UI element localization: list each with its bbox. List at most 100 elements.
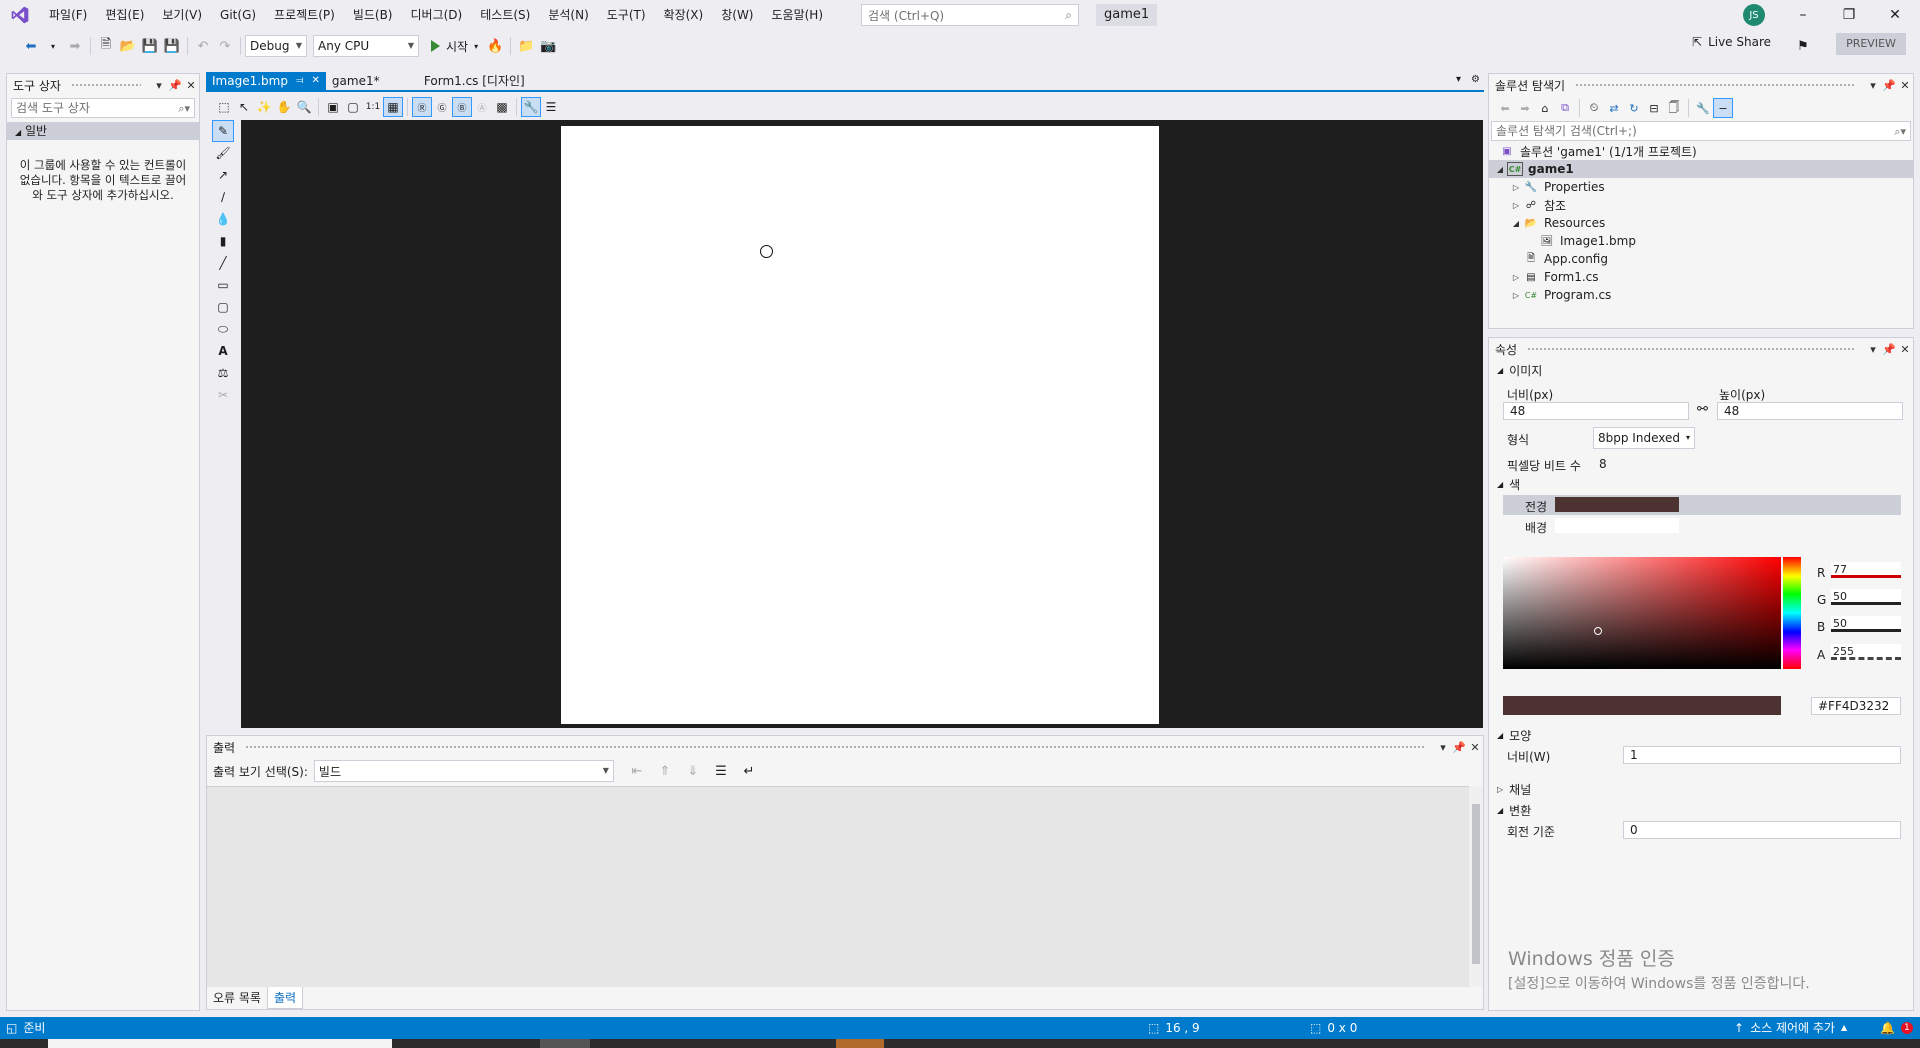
redo-icon[interactable]: ↷ [214, 35, 236, 57]
width-field[interactable]: 48 [1503, 402, 1689, 420]
tree-project-game1[interactable]: ◢ C# game1 [1489, 160, 1913, 178]
color-replace-icon[interactable]: ⚖ [212, 362, 234, 384]
preview-selected-icon[interactable]: − [1713, 98, 1733, 118]
properties-wrench-icon[interactable]: 🔧 [1693, 98, 1713, 118]
alpha-channel-icon[interactable]: Ⓐ [472, 97, 492, 117]
close-icon[interactable]: ✕ [1467, 741, 1483, 754]
back-arrow-icon[interactable]: ⬅ [20, 35, 42, 57]
pencil-icon[interactable]: ✎ [212, 120, 234, 142]
feedback-icon[interactable]: ⚑ [1792, 35, 1814, 57]
height-field[interactable]: 48 [1717, 402, 1903, 420]
expand-triangle-icon[interactable]: ▷ [1509, 291, 1523, 300]
panel-grip[interactable] [1527, 346, 1855, 352]
close-icon[interactable]: ✕ [183, 79, 199, 92]
red-field[interactable]: 77 [1831, 562, 1901, 578]
menu-git[interactable]: Git(G) [211, 0, 265, 30]
menu-file[interactable]: 파일(F) [40, 0, 96, 30]
tree-item-image1-bmp[interactable]: 🖼 Image1.bmp [1489, 232, 1913, 250]
hot-reload-icon[interactable]: 🔥 [484, 35, 506, 57]
taskbar-item[interactable] [836, 1039, 884, 1048]
solution-search-input[interactable]: 솔루션 탐색기 검색(Ctrl+;) ⌕▾ [1491, 121, 1911, 141]
line-width-field[interactable]: 1 [1623, 746, 1901, 764]
close-icon[interactable]: ✕ [1897, 79, 1913, 92]
menu-view[interactable]: 보기(V) [153, 0, 211, 30]
prev-message-icon[interactable]: ⇑ [654, 760, 676, 782]
background-pattern-icon[interactable]: ▩ [492, 97, 512, 117]
save-icon[interactable]: 💾 [139, 35, 161, 57]
minimize-icon[interactable]: – [1780, 0, 1826, 30]
image-canvas-area[interactable] [241, 120, 1483, 728]
format-select[interactable]: 8bpp Indexed ▾ [1593, 427, 1695, 449]
show-all-files-icon[interactable]: 🗍 [1664, 98, 1684, 118]
taskbar-item[interactable] [48, 1039, 392, 1048]
clear-all-icon[interactable]: ☰ [710, 760, 732, 782]
panel-menu-icon[interactable]: ▾ [151, 79, 167, 92]
menu-help[interactable]: 도움말(H) [763, 0, 833, 30]
dropdown-arrow-icon[interactable]: ▾ [42, 35, 64, 57]
pin-icon[interactable]: 📌 [1881, 79, 1897, 92]
solution-config-select[interactable]: Debug ▼ [245, 35, 307, 57]
hue-slider[interactable] [1783, 557, 1801, 669]
output-text-area[interactable] [207, 786, 1469, 987]
collapse-triangle-icon[interactable]: ◢ [1509, 219, 1523, 228]
restore-icon[interactable]: ❐ [1826, 0, 1872, 30]
word-wrap-icon[interactable]: ↵ [738, 760, 760, 782]
section-color[interactable]: ◢ 색 [1489, 474, 1520, 494]
menu-edit[interactable]: 편집(E) [96, 0, 153, 30]
close-window-icon[interactable]: ✕ [1872, 0, 1918, 30]
brush-icon[interactable]: 🖌 [212, 142, 234, 164]
forward-arrow-icon[interactable]: ➡ [64, 35, 86, 57]
menu-extensions[interactable]: 확장(X) [655, 0, 713, 30]
text-tool-icon[interactable]: A [212, 340, 234, 362]
pan-hand-icon[interactable]: ✋ [274, 97, 294, 117]
crop-icon[interactable]: ✂ [212, 384, 234, 406]
start-button[interactable]: 시작 ▾ [425, 38, 484, 55]
tree-item-properties[interactable]: ▷ 🔧 Properties [1489, 178, 1913, 196]
link-aspect-icon[interactable]: ⚯ [1697, 402, 1708, 417]
airbrush-icon[interactable]: ↗ [212, 164, 234, 186]
close-icon[interactable]: ✕ [312, 72, 320, 90]
panel-grip[interactable] [70, 82, 141, 88]
grid-icon[interactable]: ▦ [383, 97, 403, 117]
forward-icon[interactable]: ➡ [1515, 98, 1535, 118]
expand-triangle-icon[interactable]: ▷ [1509, 183, 1523, 192]
bookmark-folder-icon[interactable]: 📁 [515, 35, 537, 57]
hex-color-field[interactable]: #FF4D3232 [1811, 697, 1901, 715]
tree-item-references[interactable]: ▷ ☍ 참조 [1489, 196, 1913, 214]
gear-icon[interactable]: ⚙ [1471, 74, 1480, 85]
new-project-icon[interactable]: 🗎 [95, 35, 117, 57]
tree-item-form1-cs[interactable]: ▷ ▤ Form1.cs [1489, 268, 1913, 286]
notifications-button[interactable]: 🔔 1 [1880, 1017, 1913, 1039]
global-search-input[interactable]: 검색 (Ctrl+Q) ⌕ [861, 4, 1079, 26]
panel-grip[interactable] [245, 744, 1425, 750]
menu-project[interactable]: 프로젝트(P) [265, 0, 344, 30]
section-image[interactable]: ◢ 이미지 [1489, 360, 1913, 380]
platform-select[interactable]: Any CPU ▼ [313, 35, 419, 57]
picker-handle[interactable] [1594, 627, 1602, 635]
switch-views-icon[interactable]: ⧉ [1555, 98, 1575, 118]
blue-channel-icon[interactable]: Ⓑ [452, 97, 472, 117]
alpha-field[interactable]: 255 [1831, 644, 1901, 660]
rotation-field[interactable]: 0 [1623, 821, 1901, 839]
tree-item-resources[interactable]: ◢ 📂 Resources [1489, 214, 1913, 232]
live-share-button[interactable]: ⇱ Live Share [1692, 35, 1771, 49]
tab-overflow-icon[interactable]: ▾ [1456, 74, 1461, 85]
back-icon[interactable]: ⬅ [1495, 98, 1515, 118]
menu-tools[interactable]: 도구(T) [598, 0, 655, 30]
format-options-icon[interactable]: ☰ [541, 97, 561, 117]
menu-window[interactable]: 창(W) [712, 0, 762, 30]
source-control-button[interactable]: ↑ 소스 제어에 추가 ▲ [1734, 1017, 1847, 1039]
tab-game1[interactable]: game1* [326, 72, 418, 90]
close-icon[interactable]: ✕ [1897, 343, 1913, 356]
background-row[interactable]: 배경 [1503, 516, 1901, 536]
avatar[interactable]: JS [1743, 4, 1765, 26]
home-icon[interactable]: ⌂ [1535, 98, 1555, 118]
sync-icon[interactable]: ⇄ [1604, 98, 1624, 118]
pin-icon[interactable]: 📌 [1451, 741, 1467, 754]
actual-size-icon[interactable]: ▣ [323, 97, 343, 117]
collapse-triangle-icon[interactable]: ◢ [1493, 165, 1507, 174]
open-folder-icon[interactable]: 📂 [117, 35, 139, 57]
ellipse-icon[interactable]: ⬭ [212, 318, 234, 340]
pending-changes-icon[interactable]: ⏲ [1584, 98, 1604, 118]
panel-menu-icon[interactable]: ▾ [1865, 79, 1881, 92]
